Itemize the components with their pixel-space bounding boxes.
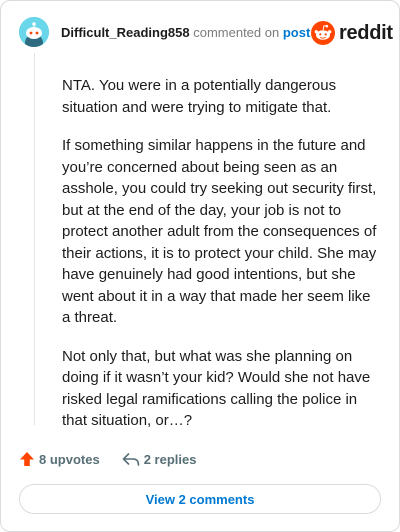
comment-card: Difficult_Reading858 commented on post r… [0, 0, 400, 532]
comment-paragraph: Not only that, but what was she planning… [62, 347, 371, 430]
reddit-wordmark: reddit [339, 21, 393, 44]
reddit-logo[interactable]: reddit [311, 21, 393, 45]
thread-line [34, 53, 35, 425]
reddit-snoo-icon [311, 21, 335, 45]
post-link[interactable]: post [283, 25, 310, 40]
upvote-count: 8 upvotes [39, 451, 100, 467]
comment-header: Difficult_Reading858 commented on post [61, 25, 310, 40]
user-avatar[interactable] [19, 17, 49, 47]
snoo-avatar-icon [19, 17, 49, 47]
comment-body: NTA. You were in a potentially dangerous… [62, 75, 382, 449]
replies-button[interactable]: 2 replies [122, 451, 197, 467]
upvote-arrow-icon [20, 452, 34, 466]
comment-actions: 8 upvotes 2 replies [19, 451, 196, 467]
replies-count: 2 replies [143, 451, 197, 467]
commented-on-text: commented on [193, 25, 280, 40]
comment-paragraph: If something similar happens in the futu… [62, 137, 377, 326]
upvote-button[interactable]: 8 upvotes [19, 451, 100, 467]
username[interactable]: Difficult_Reading858 [61, 25, 190, 40]
reply-arrow-icon [122, 453, 139, 466]
view-comments-button[interactable]: View 2 comments [19, 484, 381, 514]
comment-paragraph: NTA. You were in a potentially dangerous… [62, 77, 337, 116]
